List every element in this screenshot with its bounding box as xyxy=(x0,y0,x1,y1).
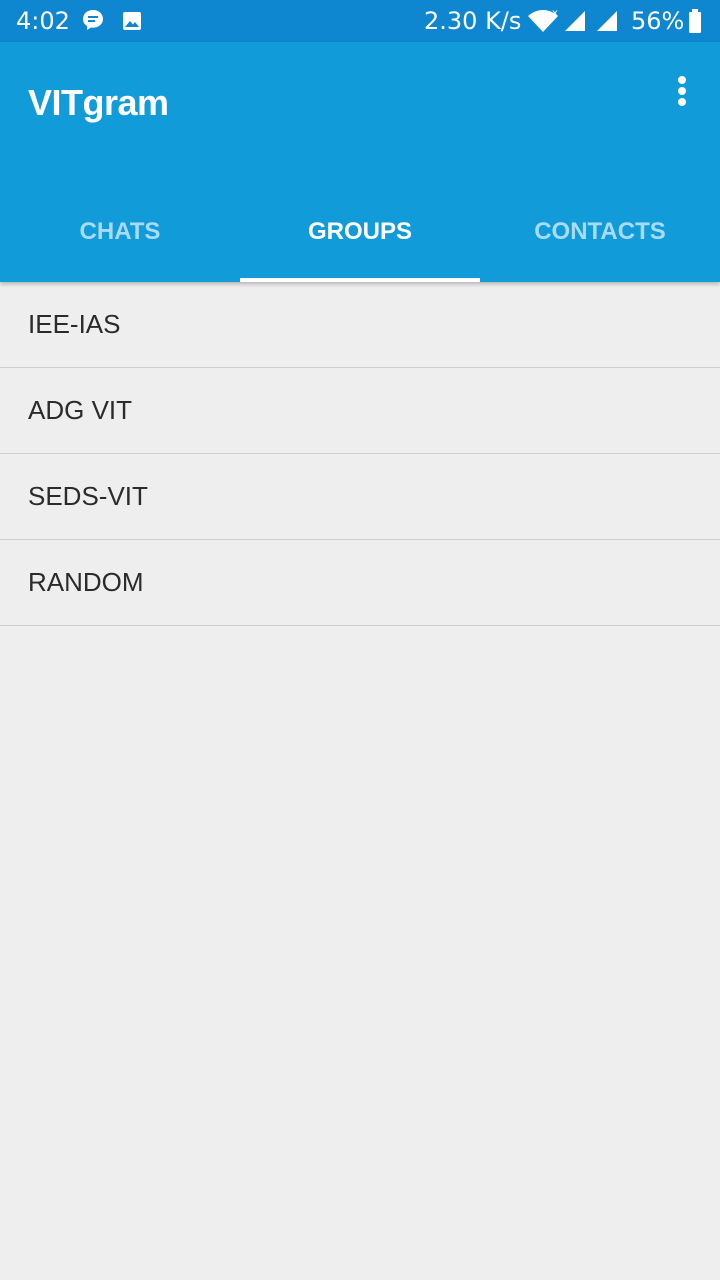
tab-bar: CHATS GROUPS CONTACTS xyxy=(0,182,720,282)
tab-label: GROUPS xyxy=(307,218,412,245)
app-title: VITgram xyxy=(28,82,169,123)
signal-icon xyxy=(597,11,617,31)
overflow-menu-icon[interactable] xyxy=(664,72,700,112)
wifi-icon: x xyxy=(528,8,558,32)
tab-label: CONTACTS xyxy=(534,218,666,245)
battery-percentage: 56% xyxy=(631,7,685,35)
list-item[interactable]: RANDOM xyxy=(0,540,720,626)
list-item[interactable]: IEE-IAS xyxy=(0,282,720,368)
tab-label: CHATS xyxy=(79,218,161,245)
status-bar: 4:02 2.30 K/s x 56% xyxy=(0,0,720,42)
image-notification-icon xyxy=(123,12,141,30)
list-item[interactable]: SEDS-VIT xyxy=(0,454,720,540)
group-name: SEDS-VIT xyxy=(28,481,148,511)
signal-icon xyxy=(565,11,585,31)
message-notification-icon xyxy=(83,10,103,30)
battery-icon xyxy=(689,9,701,33)
group-name: IEE-IAS xyxy=(28,309,121,339)
tab-groups[interactable]: GROUPS xyxy=(240,182,480,282)
list-item[interactable]: ADG VIT xyxy=(0,368,720,454)
group-name: ADG VIT xyxy=(28,395,133,425)
app-bar: VITgram CHATS GROUPS CONTACTS xyxy=(0,42,720,282)
group-list: IEE-IAS ADG VIT SEDS-VIT RANDOM xyxy=(0,282,720,626)
svg-text:x: x xyxy=(552,8,558,19)
status-time: 4:02 xyxy=(16,7,70,35)
tab-contacts[interactable]: CONTACTS xyxy=(480,182,720,282)
network-speed: 2.30 K/s xyxy=(424,7,522,35)
tab-chats[interactable]: CHATS xyxy=(0,182,240,282)
group-name: RANDOM xyxy=(28,567,144,597)
